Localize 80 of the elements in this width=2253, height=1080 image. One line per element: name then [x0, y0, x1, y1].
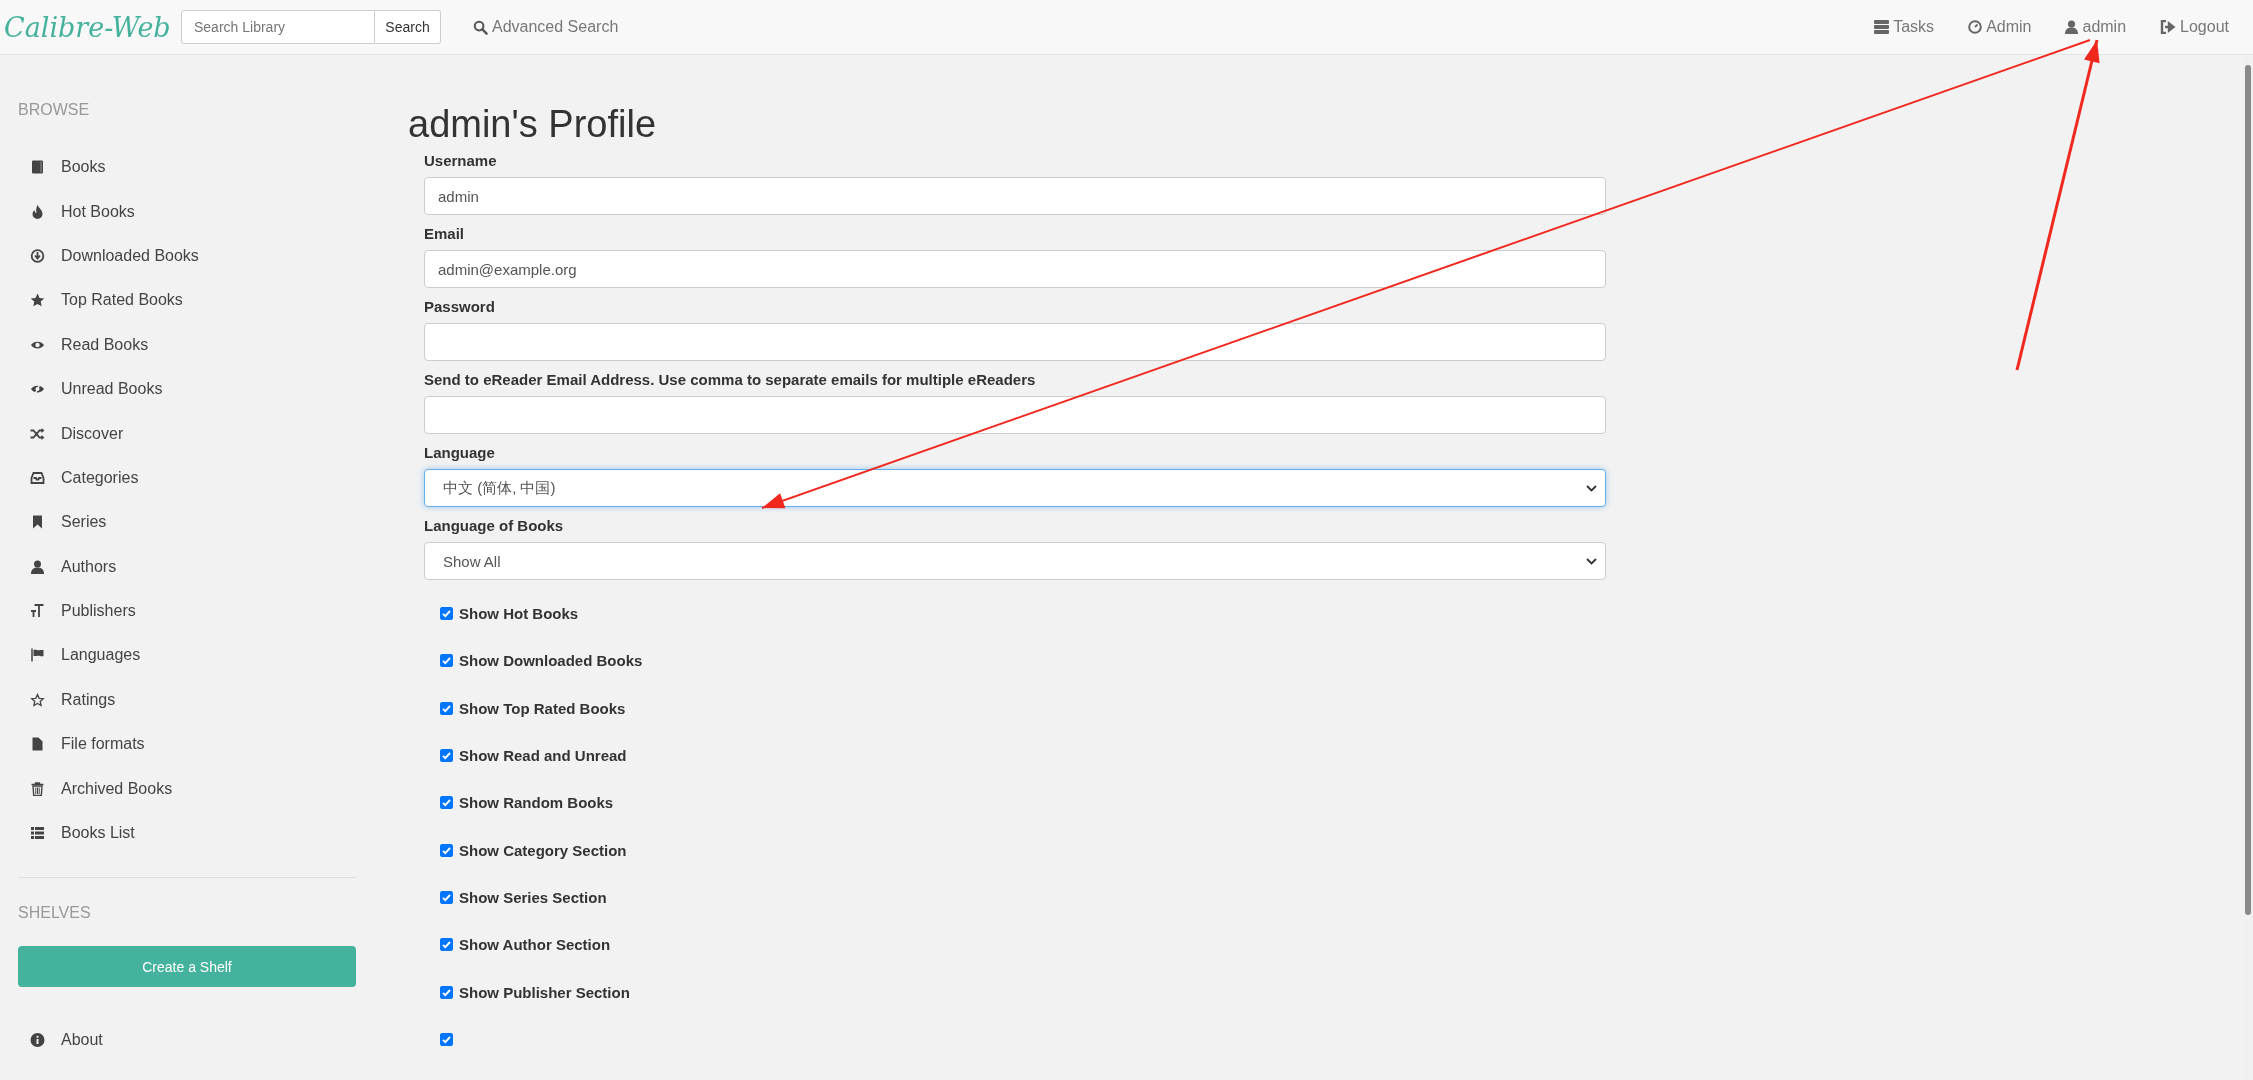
checkbox[interactable]	[440, 843, 453, 857]
about-link[interactable]: About	[18, 1018, 358, 1063]
checkbox-label: Show Category Section	[459, 841, 627, 859]
file-icon	[30, 737, 45, 752]
checkbox[interactable]	[440, 938, 453, 952]
field-label: Password	[424, 298, 496, 315]
browse-heading: BROWSE	[18, 101, 91, 119]
text-icon	[30, 604, 45, 619]
checkbox-label: Show Top Rated Books	[459, 699, 626, 717]
checkbox[interactable]	[440, 607, 453, 621]
star-icon	[30, 293, 45, 308]
field-label: Send to eReader Email Address. Use comma to separate emails for multiple eReaders	[424, 371, 1037, 388]
sidebar-item[interactable]: Downloaded Books	[18, 233, 358, 279]
shuffle-icon	[30, 426, 45, 441]
chevron-down-icon	[1586, 557, 1597, 565]
user-icon	[2065, 20, 2079, 34]
advanced-search-link[interactable]: Advanced Search	[473, 18, 619, 36]
bookmark-icon	[30, 515, 45, 530]
sidebar-item[interactable]: Books	[18, 145, 358, 190]
sidebar-item[interactable]: File formats	[18, 722, 358, 767]
sidebar-item[interactable]: Discover	[18, 411, 358, 456]
search-field[interactable]: Search Library	[181, 10, 375, 44]
checkbox-label: Show Publisher Section	[459, 983, 630, 1001]
field-label: Username	[424, 152, 498, 169]
dashboard-icon	[1968, 20, 1983, 34]
sidebar-item[interactable]: Publishers	[18, 588, 358, 634]
user-link[interactable]: admin	[2065, 18, 2127, 36]
sidebar-item[interactable]: Unread Books	[18, 366, 358, 412]
checkbox-label: Show Random Books	[459, 794, 614, 812]
checkbox[interactable]	[440, 796, 453, 810]
input-field[interactable]	[424, 323, 1606, 361]
field-label: Language of Books	[424, 517, 565, 534]
download-icon	[30, 248, 45, 263]
sidebar-item[interactable]: Ratings	[18, 677, 358, 723]
input-field[interactable]	[424, 396, 1606, 434]
sidebar-item[interactable]: Categories	[18, 455, 358, 501]
dropdown-field[interactable]: 中文 (简体, 中国)	[424, 469, 1606, 507]
checkbox-label: Show Downloaded Books	[459, 652, 643, 670]
checkbox[interactable]	[440, 985, 453, 999]
sidebar-item[interactable]: Authors	[18, 544, 358, 589]
checkbox[interactable]	[440, 1032, 453, 1046]
field-label: Email	[424, 225, 466, 242]
list-icon	[30, 826, 45, 841]
checkbox-label: Show Hot Books	[459, 605, 579, 623]
checkbox-label: Show Author Section	[459, 936, 611, 954]
star-empty-icon	[30, 692, 45, 707]
checkbox[interactable]	[440, 654, 453, 668]
page-title: admin's Profile	[408, 103, 658, 146]
checkbox[interactable]	[440, 890, 453, 904]
input-field[interactable]: admin	[424, 177, 1606, 215]
checkbox[interactable]	[440, 749, 453, 763]
book-icon	[30, 160, 45, 175]
sidebar-item[interactable]: Read Books	[18, 322, 358, 367]
shelves-heading: SHELVES	[18, 904, 92, 923]
sidebar-item[interactable]: Series	[18, 500, 358, 545]
dropdown-field[interactable]: Show All	[424, 542, 1606, 580]
info-icon	[30, 1033, 45, 1048]
field-label: Language	[424, 444, 496, 461]
flag-icon	[30, 648, 45, 663]
checkbox-label: Show Read and Unread	[459, 747, 627, 765]
input-field[interactable]: admin@example.org	[424, 250, 1606, 288]
logout-icon	[2160, 20, 2177, 34]
sidebar-item[interactable]: Languages	[18, 633, 358, 678]
sidebar-item[interactable]: Top Rated Books	[18, 278, 358, 323]
server-icon	[1874, 20, 1890, 34]
sidebar-item[interactable]: Archived Books	[18, 766, 358, 811]
chevron-down-icon	[1586, 484, 1597, 492]
fire-icon	[30, 204, 45, 219]
checkbox[interactable]	[440, 701, 453, 715]
search-icon	[473, 19, 488, 35]
sidebar-item[interactable]: Hot Books	[18, 189, 358, 234]
checkbox-label: Show Series Section	[459, 888, 607, 906]
search-button[interactable]: Search	[375, 10, 441, 44]
tasks-link[interactable]: Tasks	[1874, 18, 1935, 36]
inbox-icon	[30, 470, 45, 485]
sidebar-item[interactable]: Books List	[18, 810, 358, 856]
logout-link[interactable]: Logout	[2160, 18, 2229, 36]
trash-icon	[30, 781, 45, 796]
user-icon	[30, 559, 45, 574]
admin-link[interactable]: Admin	[1968, 18, 2032, 36]
